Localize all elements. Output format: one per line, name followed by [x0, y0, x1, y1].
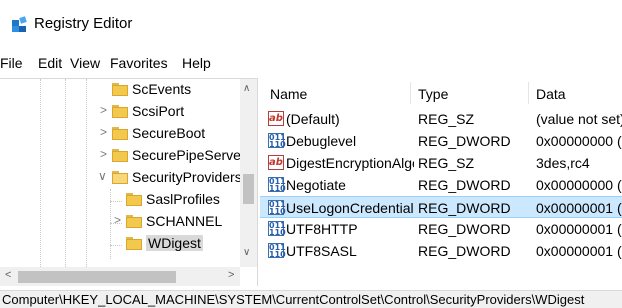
menu-bar: File Edit View Favorites Help	[0, 52, 622, 74]
menu-help[interactable]: Help	[182, 55, 211, 71]
menu-favorites[interactable]: Favorites	[110, 55, 168, 71]
tree-item-schannel[interactable]: > SCHANNEL	[0, 211, 240, 233]
scroll-thumb[interactable]	[18, 271, 176, 283]
value-name: UseLogonCredential	[286, 200, 414, 216]
open-folder-icon	[112, 171, 128, 184]
tree-item-scsiport[interactable]: > ScsiPort	[0, 101, 240, 123]
value-type: REG_SZ	[418, 111, 475, 127]
folder-icon	[112, 149, 128, 162]
value-row[interactable]: ab (Default) REG_SZ (value not set)	[260, 108, 622, 130]
tree-item-securityproviders[interactable]: ∨ SecurityProviders	[0, 167, 242, 189]
tree-item-secureboot[interactable]: > SecureBoot	[0, 123, 240, 145]
value-data: (value not set)	[536, 111, 622, 127]
value-name: (Default)	[286, 111, 340, 127]
string-value-icon: ab	[268, 155, 284, 170]
tree-item-saslprofiles[interactable]: SaslProfiles	[0, 189, 240, 211]
folder-icon	[112, 105, 128, 118]
binary-value-icon: 011 110	[268, 133, 286, 149]
value-type: REG_DWORD	[418, 243, 511, 259]
expand-arrow-icon[interactable]: >	[100, 125, 107, 139]
expand-arrow-icon[interactable]: >	[114, 213, 121, 227]
value-type: REG_DWORD	[418, 177, 511, 193]
value-name: Debuglevel	[286, 133, 357, 149]
tree-item-scevents[interactable]: ScEvents	[0, 79, 240, 101]
expand-arrow-icon[interactable]: >	[100, 103, 107, 117]
scroll-down-icon[interactable]: ∨	[243, 247, 250, 258]
tree-vertical-scrollbar[interactable]: ∧ ∨	[240, 79, 257, 267]
collapse-arrow-icon[interactable]: ∨	[98, 169, 107, 183]
folder-icon	[112, 83, 128, 96]
value-row[interactable]: 011 110Debuglevel REG_DWORD 0x00000000 (0)	[260, 130, 622, 152]
menu-edit[interactable]: Edit	[38, 55, 62, 71]
scroll-thumb[interactable]	[243, 174, 254, 204]
value-name: UTF8HTTP	[286, 221, 358, 237]
tree-item-wdigest[interactable]: WDigest	[0, 233, 240, 255]
value-row[interactable]: 011 110UTF8SASL REG_DWORD 0x00000001 (1)	[260, 240, 622, 262]
column-header-type[interactable]: Type	[418, 86, 448, 102]
value-row[interactable]: abDigestEncryptionAlgorit...REG_SZ 3des,r…	[260, 152, 622, 174]
value-data: 3des,rc4	[536, 155, 590, 171]
registry-icon	[12, 16, 27, 32]
binary-value-icon: 011 110	[268, 221, 286, 237]
string-value-icon: ab	[268, 111, 284, 126]
binary-value-icon: 011 110	[268, 177, 286, 193]
tree-item-securepipeservers[interactable]: > SecurePipeServers	[0, 145, 253, 167]
value-name: Negotiate	[286, 177, 346, 193]
binary-value-icon: 011 110	[268, 200, 286, 216]
folder-icon	[112, 127, 128, 140]
value-type: REG_DWORD	[418, 133, 511, 149]
menu-view[interactable]: View	[70, 55, 100, 71]
window-title: Registry Editor	[34, 15, 133, 32]
expand-arrow-icon[interactable]: >	[100, 147, 107, 161]
value-row[interactable]: 011 110 UseLogonCredential REG_DWORD 0x0000…	[260, 196, 622, 218]
value-data: 0x00000000 (0)	[536, 177, 622, 193]
folder-icon	[126, 237, 142, 250]
value-data: 0x00000000 (0)	[536, 133, 622, 149]
tree-horizontal-scrollbar[interactable]: < >	[0, 267, 240, 286]
value-type: REG_DWORD	[418, 200, 511, 216]
folder-icon	[126, 193, 142, 206]
binary-value-icon: 011 110	[268, 243, 286, 259]
value-name: DigestEncryptionAlgorit...	[286, 155, 414, 171]
value-row[interactable]: 011 110Negotiate REG_DWORD 0x00000000 (0)	[260, 174, 622, 196]
menu-file[interactable]: File	[0, 55, 23, 71]
value-type: REG_DWORD	[418, 221, 511, 237]
column-header-data[interactable]: Data	[536, 86, 566, 102]
value-data: 0x00000001 (1)	[536, 243, 622, 259]
title-bar: Registry Editor	[0, 0, 622, 46]
folder-icon	[126, 215, 142, 228]
value-row[interactable]: 011 110UTF8HTTP REG_DWORD 0x00000001 (1)	[260, 218, 622, 240]
key-tree-pane[interactable]: ScEvents > ScsiPort > SecureBoot > Secur…	[0, 78, 258, 286]
column-header-name[interactable]: Name	[270, 86, 307, 102]
scroll-up-icon[interactable]: ∧	[243, 83, 250, 94]
status-bar: Computer\HKEY_LOCAL_MACHINE\SYSTEM\Curre…	[0, 290, 622, 308]
values-list-pane[interactable]: Name Type Data ab (Default) REG_SZ (value n…	[260, 78, 622, 286]
scroll-right-icon[interactable]: >	[228, 269, 234, 281]
scroll-left-icon[interactable]: <	[5, 269, 11, 281]
value-data: 0x00000001 (1)	[536, 200, 622, 216]
key-path: Computer\HKEY_LOCAL_MACHINE\SYSTEM\Curre…	[2, 292, 585, 307]
value-data: 0x00000001 (1)	[536, 221, 622, 237]
value-type: REG_SZ	[418, 155, 475, 171]
value-name: UTF8SASL	[286, 243, 357, 259]
